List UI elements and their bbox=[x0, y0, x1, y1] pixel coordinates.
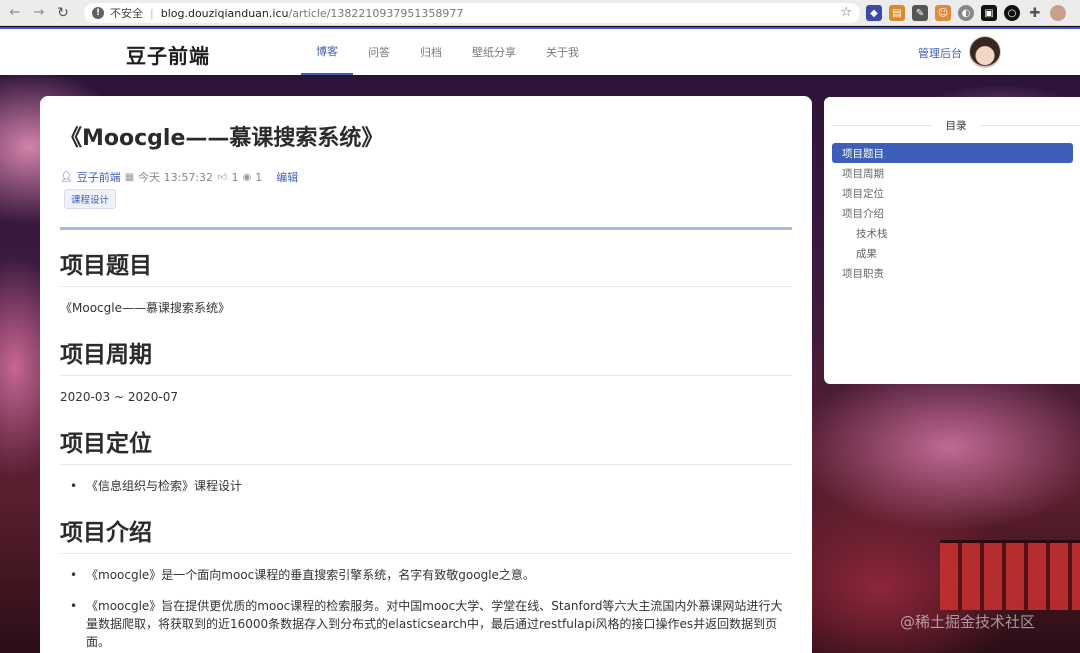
content-divider bbox=[60, 227, 792, 230]
warning-icon[interactable]: ! bbox=[92, 7, 104, 19]
toc-item-title[interactable]: 项目题目 bbox=[832, 143, 1073, 163]
toc-header: 目录 bbox=[832, 118, 1080, 133]
address-bar[interactable]: ! 不安全 | blog.douziqianduan.icu/article/1… bbox=[84, 3, 860, 23]
list-item: 《moocgle》旨在提供更优质的mooc课程的检索服务。对中国mooc大学、学… bbox=[70, 597, 792, 651]
nav-blog[interactable]: 博客 bbox=[301, 29, 353, 75]
reload-icon[interactable]: ↻ bbox=[54, 4, 72, 22]
puzzle-icon[interactable]: ✚ bbox=[1027, 5, 1043, 21]
section-heading-positioning: 项目定位 bbox=[60, 424, 792, 465]
article-meta: 👤︎ 豆子前端 ▦ 今天 13:57:32 👍︎ 1 ◉ 1 编辑 bbox=[60, 169, 298, 185]
site-logo[interactable]: 豆子前端 bbox=[118, 37, 218, 71]
nav-about[interactable]: 关于我 bbox=[531, 29, 594, 75]
nav-archive[interactable]: 归档 bbox=[405, 29, 457, 75]
article-title: 《Moocgle——慕课搜索系统》 bbox=[60, 126, 384, 151]
browser-toolbar: ← → ↻ ! 不安全 | blog.douziqianduan.icu/art… bbox=[0, 0, 1080, 26]
url-host[interactable]: blog.douziqianduan.icu bbox=[161, 7, 289, 20]
section-text-period: 2020-03 ~ 2020-07 bbox=[60, 390, 178, 404]
extension-g-icon[interactable]: ○ bbox=[1004, 5, 1020, 21]
like-count: 1 bbox=[231, 170, 239, 184]
view-count: 1 bbox=[255, 170, 263, 184]
watermark: @稀土掘金技术社区 bbox=[900, 613, 1036, 631]
extensions-bar: ◆ ▤ ✎ ☺ ◐ ▣ ○ ✚ bbox=[866, 3, 1066, 23]
user-icon: 👤︎ bbox=[60, 171, 73, 183]
article-time: 今天 13:57:32 bbox=[138, 171, 214, 184]
toc-line-right bbox=[980, 125, 1080, 126]
avatar[interactable] bbox=[969, 36, 1001, 68]
insecure-label[interactable]: 不安全 bbox=[110, 5, 143, 21]
forward-icon[interactable]: → bbox=[30, 4, 48, 22]
url-path[interactable]: /article/1382210937951358977 bbox=[288, 7, 463, 20]
extension-d-icon[interactable]: ☺ bbox=[935, 5, 951, 21]
profile-avatar-icon[interactable] bbox=[1050, 5, 1066, 21]
nav-wallpaper[interactable]: 壁纸分享 bbox=[457, 29, 531, 75]
section-heading-title: 项目题目 bbox=[60, 246, 792, 287]
toc-title: 目录 bbox=[945, 120, 967, 132]
toc-line-left bbox=[832, 125, 932, 126]
toc-item-intro[interactable]: 项目介绍 bbox=[832, 203, 1073, 223]
list-item: 《moocgle》是一个面向mooc课程的垂直搜索引擎系统，名字有致敬googl… bbox=[70, 566, 792, 584]
eye-icon: ◉ bbox=[242, 171, 252, 183]
main-nav: 博客 问答 归档 壁纸分享 关于我 bbox=[301, 29, 594, 75]
back-icon[interactable]: ← bbox=[6, 4, 24, 22]
toc-item-positioning[interactable]: 项目定位 bbox=[832, 183, 1073, 203]
extension-c-icon[interactable]: ✎ bbox=[912, 5, 928, 21]
extension-e-icon[interactable]: ◐ bbox=[958, 5, 974, 21]
extension-b-icon[interactable]: ▤ bbox=[889, 5, 905, 21]
table-of-contents: 目录 项目题目 项目周期 项目定位 项目介绍 技术栈 成果 项目职责 bbox=[824, 97, 1080, 384]
bookmark-star-icon[interactable]: ☆ bbox=[840, 5, 852, 20]
calendar-icon: ▦ bbox=[124, 171, 135, 183]
thumbs-up-icon[interactable]: 👍︎ bbox=[217, 171, 227, 183]
edit-link[interactable]: 编辑 bbox=[276, 169, 298, 185]
article-card: 《Moocgle——慕课搜索系统》 👤︎ 豆子前端 ▦ 今天 13:57:32 … bbox=[40, 96, 812, 653]
section-heading-period: 项目周期 bbox=[60, 335, 792, 376]
lantern-decoration bbox=[940, 540, 1080, 610]
section-text-title: 《Moocgle——慕课搜索系统》 bbox=[60, 301, 230, 315]
toc-item-tech-stack[interactable]: 技术栈 bbox=[832, 223, 1073, 243]
article-tag[interactable]: 课程设计 bbox=[64, 189, 117, 209]
address-separator: | bbox=[150, 6, 154, 20]
nav-qa[interactable]: 问答 bbox=[353, 29, 405, 75]
site-header: 豆子前端 博客 问答 归档 壁纸分享 关于我 管理后台 bbox=[0, 27, 1080, 75]
article-author[interactable]: 豆子前端 bbox=[77, 169, 121, 185]
toc-item-duties[interactable]: 项目职责 bbox=[832, 263, 1073, 283]
toc-item-results[interactable]: 成果 bbox=[832, 243, 1073, 263]
toc-item-period[interactable]: 项目周期 bbox=[832, 163, 1073, 183]
admin-link[interactable]: 管理后台 bbox=[918, 45, 962, 61]
list-item: 《信息组织与检索》课程设计 bbox=[70, 477, 792, 495]
section-heading-intro: 项目介绍 bbox=[60, 513, 792, 554]
extension-f-icon[interactable]: ▣ bbox=[981, 5, 997, 21]
extension-a-icon[interactable]: ◆ bbox=[866, 5, 882, 21]
